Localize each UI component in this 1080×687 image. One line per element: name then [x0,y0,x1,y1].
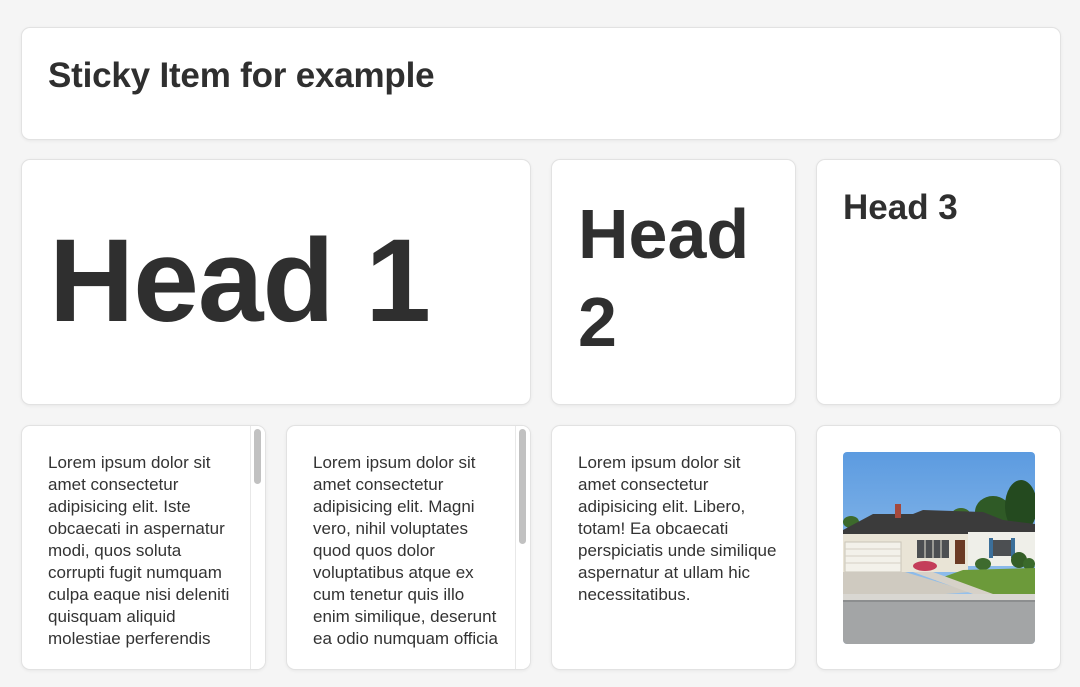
text-card-1-scroll-area[interactable]: Lorem ipsum dolor sit amet consectetur a… [22,426,250,669]
text-card-3-body: Lorem ipsum dolor sit amet consectetur a… [578,453,777,604]
text-card-3: Lorem ipsum dolor sit amet consectetur a… [551,425,796,670]
text-card-2-scroll-area[interactable]: Lorem ipsum dolor sit amet consectetur a… [287,426,515,669]
head-2-card: Head 2 [551,159,796,405]
sticky-title: Sticky Item for example [48,56,435,95]
head-3-title: Head 3 [843,188,958,227]
text-card-1-scrollbar[interactable] [250,426,265,669]
image-card [816,425,1061,670]
text-card-1-scroll-thumb[interactable] [254,429,261,484]
sticky-header-card: Sticky Item for example [21,27,1061,140]
text-card-2-scroll-thumb[interactable] [519,429,526,544]
head-2-title: Head 2 [578,195,750,361]
text-card-1: Lorem ipsum dolor sit amet consectetur a… [21,425,266,670]
head-1-card: Head 1 [21,159,531,405]
text-card-2-scrollbar[interactable] [515,426,530,669]
head-1-title: Head 1 [49,215,431,347]
text-card-2-body: Lorem ipsum dolor sit amet consectetur a… [313,453,498,648]
house-photo [843,452,1035,644]
text-card-2: Lorem ipsum dolor sit amet consectetur a… [286,425,531,670]
text-card-1-body: Lorem ipsum dolor sit amet consectetur a… [48,453,230,648]
head-3-card: Head 3 [816,159,1061,405]
